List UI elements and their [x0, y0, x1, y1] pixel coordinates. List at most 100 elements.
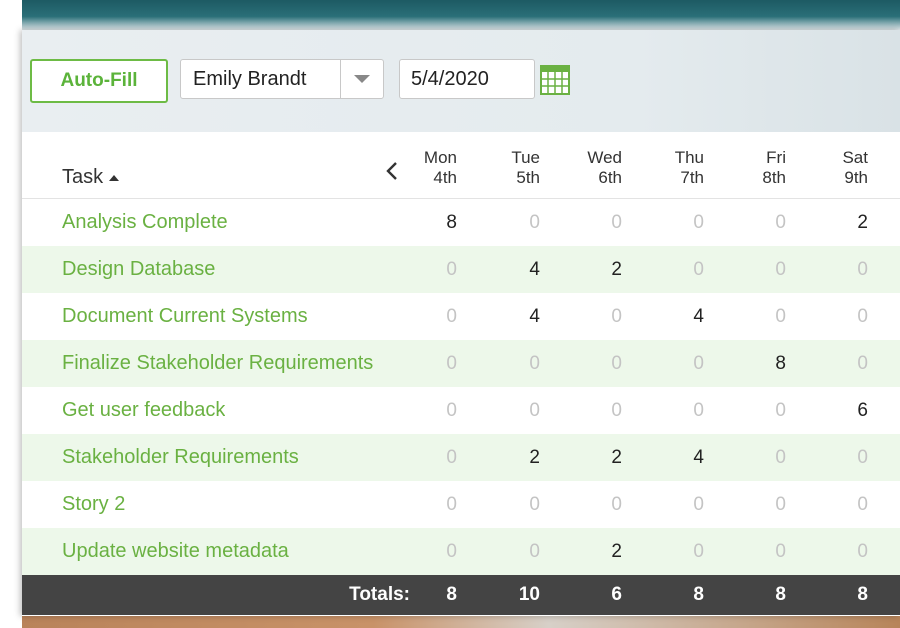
- table-row: Get user feedback 0 0 0 0 0 6: [22, 387, 900, 434]
- day-header-sat: Sat 9th: [786, 148, 868, 188]
- hours-cell[interactable]: 0: [786, 528, 868, 575]
- auto-fill-button[interactable]: Auto-Fill: [30, 59, 168, 103]
- hours-cell[interactable]: 0: [786, 293, 868, 340]
- hours-cell[interactable]: 0: [540, 481, 622, 528]
- hours-cell[interactable]: 0: [540, 199, 622, 246]
- table-row: Stakeholder Requirements 0 2 2 4 0 0: [22, 434, 900, 481]
- hours-cell[interactable]: 0: [458, 528, 540, 575]
- task-link[interactable]: Story 2: [62, 481, 125, 528]
- hours-cell[interactable]: 2: [786, 199, 868, 246]
- day-of-week: Tue: [511, 148, 540, 167]
- hours-cell[interactable]: 0: [786, 246, 868, 293]
- table-row: Document Current Systems 0 4 0 4 0 0: [22, 293, 900, 340]
- day-date: 9th: [844, 168, 868, 187]
- hours-cell[interactable]: 0: [704, 246, 786, 293]
- task-link[interactable]: Finalize Stakeholder Requirements: [62, 340, 373, 387]
- table-row: Story 2000000: [22, 481, 900, 528]
- hours-cell[interactable]: 0: [622, 481, 704, 528]
- hours-cell[interactable]: 0: [704, 199, 786, 246]
- day-header-tue: Tue 5th: [458, 148, 540, 188]
- hours-cell[interactable]: 0: [786, 434, 868, 481]
- hours-cell[interactable]: 0: [540, 293, 622, 340]
- task-link[interactable]: Analysis Complete: [62, 199, 228, 246]
- task-link[interactable]: Update website metadata: [62, 528, 289, 575]
- background-photo-top: [22, 0, 900, 30]
- hours-cell[interactable]: 0: [622, 340, 704, 387]
- chevron-down-icon[interactable]: [340, 60, 383, 98]
- total-cell: 8: [857, 584, 868, 605]
- task-link[interactable]: Design Database: [62, 246, 215, 293]
- total-cell: 8: [693, 584, 704, 605]
- hours-cell[interactable]: 0: [375, 246, 457, 293]
- hours-cell[interactable]: 0: [704, 387, 786, 434]
- hours-cell[interactable]: 4: [622, 293, 704, 340]
- hours-cell[interactable]: 4: [622, 434, 704, 481]
- task-link[interactable]: Get user feedback: [62, 387, 225, 434]
- hours-cell[interactable]: 0: [622, 387, 704, 434]
- hours-cell[interactable]: 0: [540, 340, 622, 387]
- day-header-fri: Fri 8th: [704, 148, 786, 188]
- task-link[interactable]: Document Current Systems: [62, 293, 308, 340]
- total-cell: 8: [446, 584, 457, 605]
- hours-cell[interactable]: 0: [622, 246, 704, 293]
- day-of-week: Thu: [674, 148, 704, 167]
- day-date: 4th: [433, 168, 457, 187]
- hours-cell[interactable]: 0: [540, 387, 622, 434]
- task-link[interactable]: Stakeholder Requirements: [62, 434, 299, 481]
- hours-cell[interactable]: 0: [704, 481, 786, 528]
- total-cell: 10: [518, 584, 540, 605]
- day-date: 6th: [598, 168, 622, 187]
- day-date: 5th: [516, 168, 540, 187]
- total-cell: 8: [775, 584, 786, 605]
- hours-cell[interactable]: 0: [375, 293, 457, 340]
- hours-cell[interactable]: 0: [375, 387, 457, 434]
- hours-cell[interactable]: 0: [704, 434, 786, 481]
- timesheet-panel: Auto-Fill Emily Brandt 5/4/2020 Task Mon…: [22, 30, 900, 616]
- hours-cell[interactable]: 0: [704, 528, 786, 575]
- hours-cell[interactable]: 2: [540, 528, 622, 575]
- hours-cell[interactable]: 8: [704, 340, 786, 387]
- day-of-week: Sat: [842, 148, 868, 167]
- day-header-mon: Mon 4th: [375, 148, 457, 188]
- hours-cell[interactable]: 0: [622, 528, 704, 575]
- hours-cell[interactable]: 0: [458, 481, 540, 528]
- day-date: 7th: [680, 168, 704, 187]
- hours-cell[interactable]: 2: [458, 434, 540, 481]
- hours-cell[interactable]: 6: [786, 387, 868, 434]
- day-header-wed: Wed 6th: [540, 148, 622, 188]
- date-input[interactable]: [399, 59, 535, 99]
- hours-cell[interactable]: 0: [375, 340, 457, 387]
- hours-cell[interactable]: 0: [458, 387, 540, 434]
- hours-cell[interactable]: 0: [458, 199, 540, 246]
- header-row: Task Mon 4th Tue 5th Wed 6th Thu 7th Fri 8th Sat 9t…: [22, 132, 900, 199]
- calendar-icon[interactable]: [540, 65, 570, 95]
- hours-cell[interactable]: 0: [375, 434, 457, 481]
- hours-cell[interactable]: 2: [540, 246, 622, 293]
- task-column-label: Task: [62, 166, 104, 188]
- hours-cell[interactable]: 0: [786, 481, 868, 528]
- day-of-week: Mon: [423, 148, 457, 167]
- employee-select-value: Emily Brandt: [193, 67, 307, 90]
- total-cell: 6: [611, 584, 622, 605]
- task-column-header[interactable]: Task: [62, 166, 120, 189]
- hours-cell[interactable]: 0: [786, 340, 868, 387]
- hours-cell[interactable]: 4: [458, 293, 540, 340]
- hours-cell[interactable]: 0: [704, 293, 786, 340]
- totals-row: Totals: 8 10 6 8 8 8: [22, 575, 900, 615]
- employee-select[interactable]: Emily Brandt: [180, 59, 384, 99]
- hours-cell[interactable]: 8: [375, 199, 457, 246]
- hours-cell[interactable]: 0: [375, 481, 457, 528]
- table-row: Design Database 0 4 2 0 0 0: [22, 246, 900, 293]
- hours-cell[interactable]: 0: [622, 199, 704, 246]
- day-header-thu: Thu 7th: [622, 148, 704, 188]
- task-rows: Analysis Complete 8 0 0 0 0 2 Design Database 0 4…: [22, 199, 900, 575]
- hours-cell[interactable]: 2: [540, 434, 622, 481]
- hours-cell[interactable]: 0: [458, 340, 540, 387]
- table-row: Finalize Stakeholder Requirements 0 0 0 0 8 0: [22, 340, 900, 387]
- hours-cell[interactable]: 4: [458, 246, 540, 293]
- background-photo-bottom: [22, 616, 900, 628]
- hours-cell[interactable]: 0: [375, 528, 457, 575]
- timesheet-grid: Task Mon 4th Tue 5th Wed 6th Thu 7th Fri 8th Sat 9t…: [22, 132, 900, 615]
- day-date: 8th: [762, 168, 786, 187]
- table-row: Analysis Complete 8 0 0 0 0 2: [22, 199, 900, 246]
